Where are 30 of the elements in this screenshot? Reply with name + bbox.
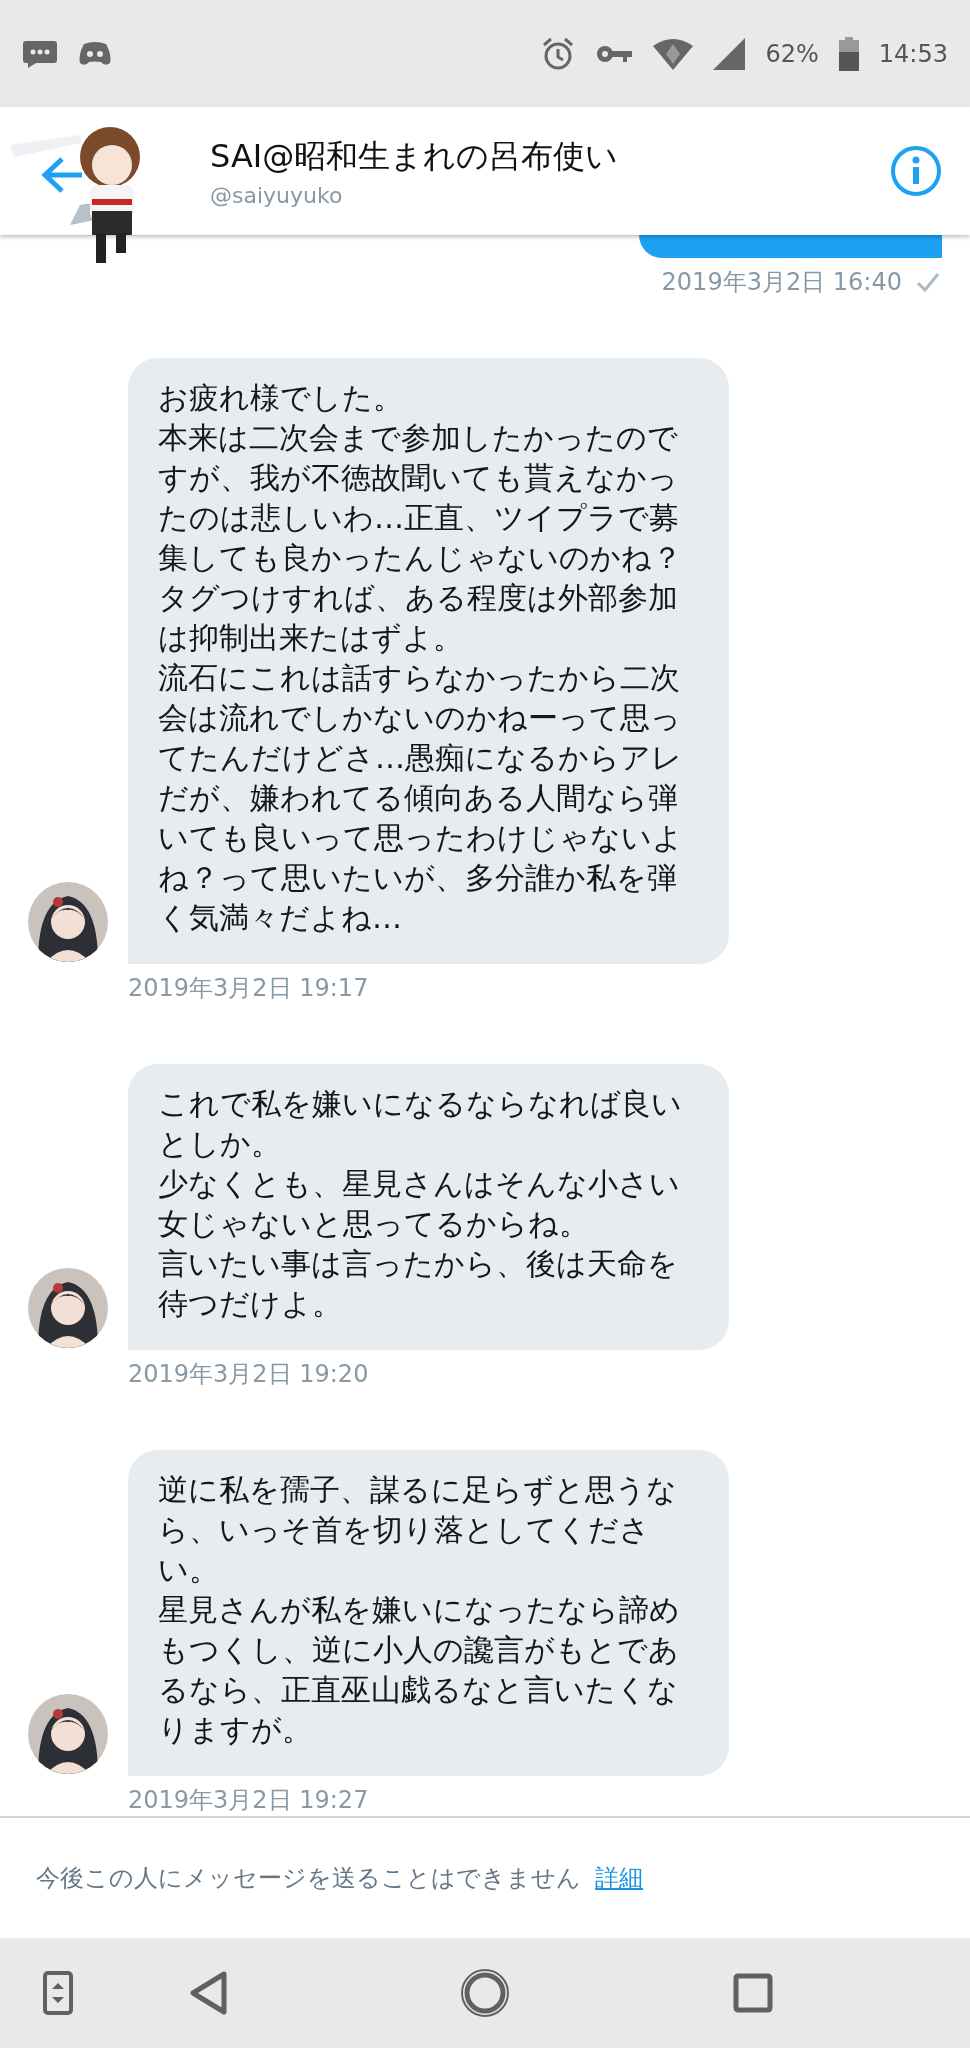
controller-icon — [78, 40, 112, 67]
back-button[interactable] — [40, 155, 84, 195]
notice-text: 今後この人にメッセージを送ることはできません — [36, 1863, 581, 1894]
message-text: 星見さんが私を嫌いになったなら諦めもつくし、逆に小人の讒言がもとであるなら、正直巫山戯るなと言いたくなりますが。 — [158, 1591, 681, 1749]
wifi-icon — [653, 37, 694, 70]
message-text: お疲れ様でした。 — [158, 379, 404, 417]
split-screen-button[interactable] — [42, 1971, 73, 2015]
recent-apps-button[interactable] — [732, 1973, 773, 2013]
message-text: 言いたい事は言ったから、後は天命を待つだけよ。 — [158, 1245, 679, 1323]
info-button[interactable] — [890, 145, 942, 197]
back-nav-button[interactable] — [187, 1970, 228, 2016]
contact-handle: @saiyuyuko — [210, 182, 344, 208]
message-time: 2019年3月2日 19:27 — [128, 1785, 369, 1816]
message-text: 少なくとも、星見さんはそんな小さい女じゃないと思ってるからね。 — [158, 1165, 681, 1243]
signal-icon — [713, 37, 746, 70]
message-text: 本来は二次会まで参加したかったのですが、我が不徳故聞いても貰えなかったのは悲しいわ…正直、ツイプラで募集しても良かったんじゃないのかね？タグつけすれば、ある程度は外部参加は抑制出来たはずよ。 — [158, 419, 683, 657]
message-time: 2019年3月2日 16:40 — [661, 267, 902, 298]
contact-name: SAI@昭和生まれの呂布使い — [210, 135, 620, 177]
message-text: 流石にこれは話すらなかったから二次会は流れでしかないのかねーって思ってたんだけどさ…愚痴になるからアレだが、嫌われてる傾向ある人間なら弾いても良いって思ったわけじゃないよね？って思いたいが、多分誰か私を弾く気満々だよね… — [158, 659, 684, 937]
clock: 14:53 — [878, 39, 948, 68]
battery-icon — [838, 36, 859, 71]
battery-percent: 62% — [765, 39, 819, 68]
chat-icon — [22, 38, 58, 69]
message-text: 逆に私を孺子、謀るに足らずと思うなら、いっそ首を切り落としてください。 — [158, 1471, 678, 1589]
message-text: これで私を嫌いになるならなれば良いとしか。 — [158, 1085, 683, 1163]
message-time: 2019年3月2日 19:17 — [128, 973, 369, 1004]
alarm-icon — [541, 36, 576, 71]
details-link[interactable]: 詳細 — [595, 1862, 643, 1894]
home-button[interactable] — [459, 1967, 511, 2019]
message-time: 2019年3月2日 19:20 — [128, 1359, 369, 1390]
